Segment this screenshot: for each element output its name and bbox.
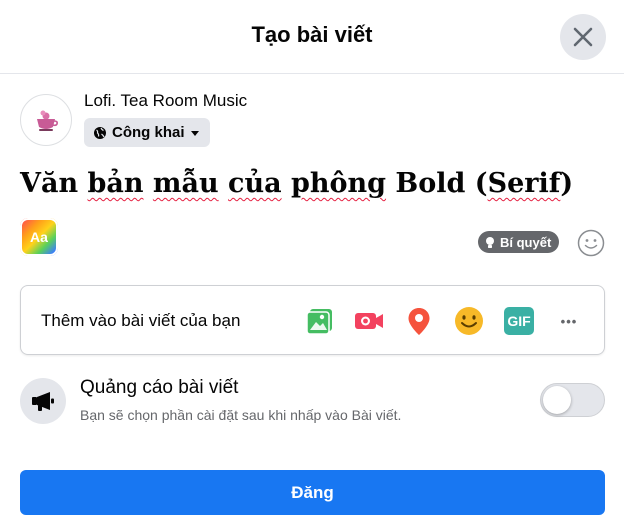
text-part	[144, 168, 153, 199]
gif-icon: GIF	[504, 307, 534, 335]
photo-video-button[interactable]	[303, 304, 337, 338]
background-picker-label: Aa	[30, 229, 48, 245]
background-picker-button[interactable]: Aa	[20, 218, 58, 256]
privacy-label: Công khai	[112, 124, 185, 141]
gif-label: GIF	[507, 313, 531, 329]
tips-button[interactable]: Bí quyết	[478, 231, 560, 253]
spellcheck-word: mẫu	[152, 168, 219, 199]
more-options-button[interactable]: •••	[552, 304, 586, 338]
more-icon: •••	[560, 313, 578, 329]
post-button-label: Đăng	[291, 482, 334, 502]
spellcheck-word: bản	[87, 168, 144, 199]
add-to-post-panel: Thêm vào bài viết của bạn GIF •••	[20, 285, 605, 355]
ad-title: Quảng cáo bài viết	[80, 377, 239, 398]
spellcheck-word: của	[228, 168, 282, 199]
smiley-icon	[577, 229, 605, 257]
post-button[interactable]: Đăng	[20, 470, 605, 515]
location-button[interactable]	[402, 304, 436, 338]
caret-down-icon	[190, 130, 199, 136]
close-button[interactable]	[560, 14, 606, 60]
lightbulb-icon	[486, 236, 494, 248]
spellcheck-word: phông	[291, 168, 387, 199]
live-video-button[interactable]	[352, 304, 386, 338]
photo-video-icon	[306, 309, 332, 335]
dialog-title: Tạo bài viết	[251, 22, 373, 47]
tips-label: Bí quyết	[500, 234, 552, 250]
post-text-input[interactable]: Văn bản mẫu của phông Bold (Serif)	[20, 168, 573, 199]
live-video-icon	[355, 313, 383, 329]
ad-description: Bạn sẽ chọn phần cài đặt sau khi nhấp và…	[80, 407, 402, 423]
text-part: Bold (	[386, 168, 488, 199]
gif-button[interactable]: GIF	[502, 304, 536, 338]
feeling-button[interactable]	[452, 304, 486, 338]
text-part	[219, 168, 228, 199]
text-part: )	[560, 168, 574, 199]
close-icon	[573, 27, 593, 47]
toggle-knob	[543, 386, 571, 414]
avatar	[20, 94, 72, 146]
user-name: Lofi. Tea Room Music	[84, 91, 248, 110]
location-pin-icon	[408, 308, 430, 335]
dialog-header: Tạo bài viết	[0, 0, 624, 74]
ad-toggle[interactable]	[540, 383, 605, 417]
feeling-icon	[455, 307, 483, 335]
megaphone-icon	[32, 392, 54, 411]
add-to-post-label: Thêm vào bài viết của bạn	[41, 311, 241, 330]
ad-icon-circle	[20, 378, 66, 424]
globe-icon	[94, 126, 106, 139]
text-part	[282, 168, 291, 199]
text-part: Văn	[20, 168, 88, 199]
privacy-selector[interactable]: Công khai	[84, 118, 210, 147]
emoji-button[interactable]	[577, 229, 605, 257]
spellcheck-word: Serif	[487, 168, 561, 199]
tea-cup-logo-icon	[37, 110, 58, 131]
